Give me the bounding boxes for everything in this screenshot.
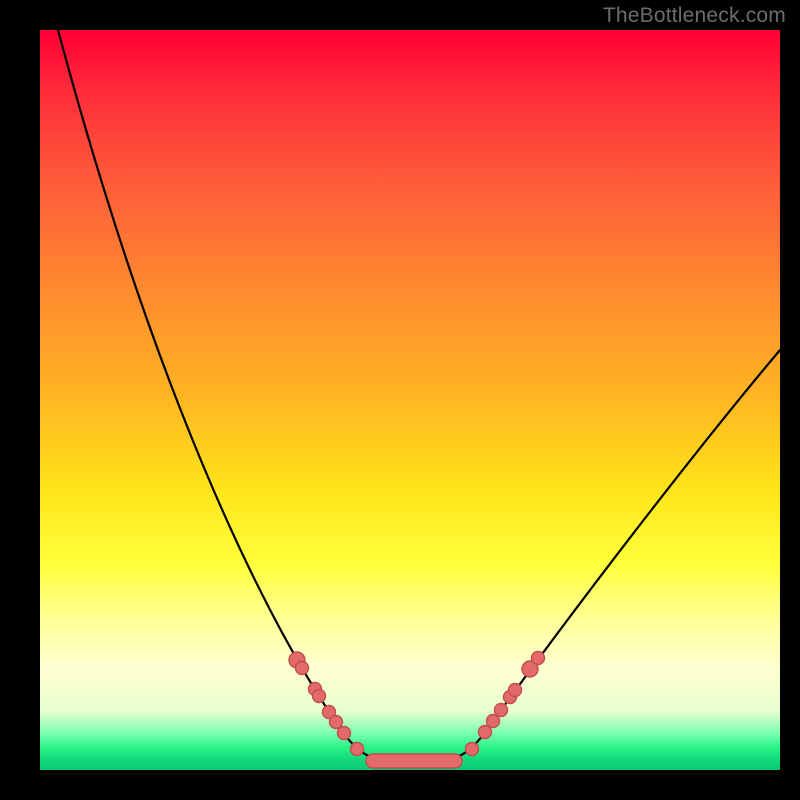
data-dot — [532, 652, 545, 665]
data-dot — [487, 715, 500, 728]
flat-segment-group — [366, 754, 462, 768]
data-dot — [479, 726, 492, 739]
data-dot — [296, 662, 309, 675]
data-dot — [495, 704, 508, 717]
curve-svg — [40, 30, 780, 770]
chart-frame: TheBottleneck.com — [0, 0, 800, 800]
flat-segment-marker — [366, 754, 462, 768]
data-dot — [509, 684, 522, 697]
dots-left — [289, 652, 364, 756]
plot-area — [40, 30, 780, 770]
data-dot — [466, 743, 479, 756]
data-dot — [351, 743, 364, 756]
bottleneck-curve — [58, 30, 780, 761]
data-dot — [330, 716, 343, 729]
data-dot — [313, 690, 326, 703]
watermark-text: TheBottleneck.com — [603, 4, 786, 28]
data-dot — [338, 727, 351, 740]
